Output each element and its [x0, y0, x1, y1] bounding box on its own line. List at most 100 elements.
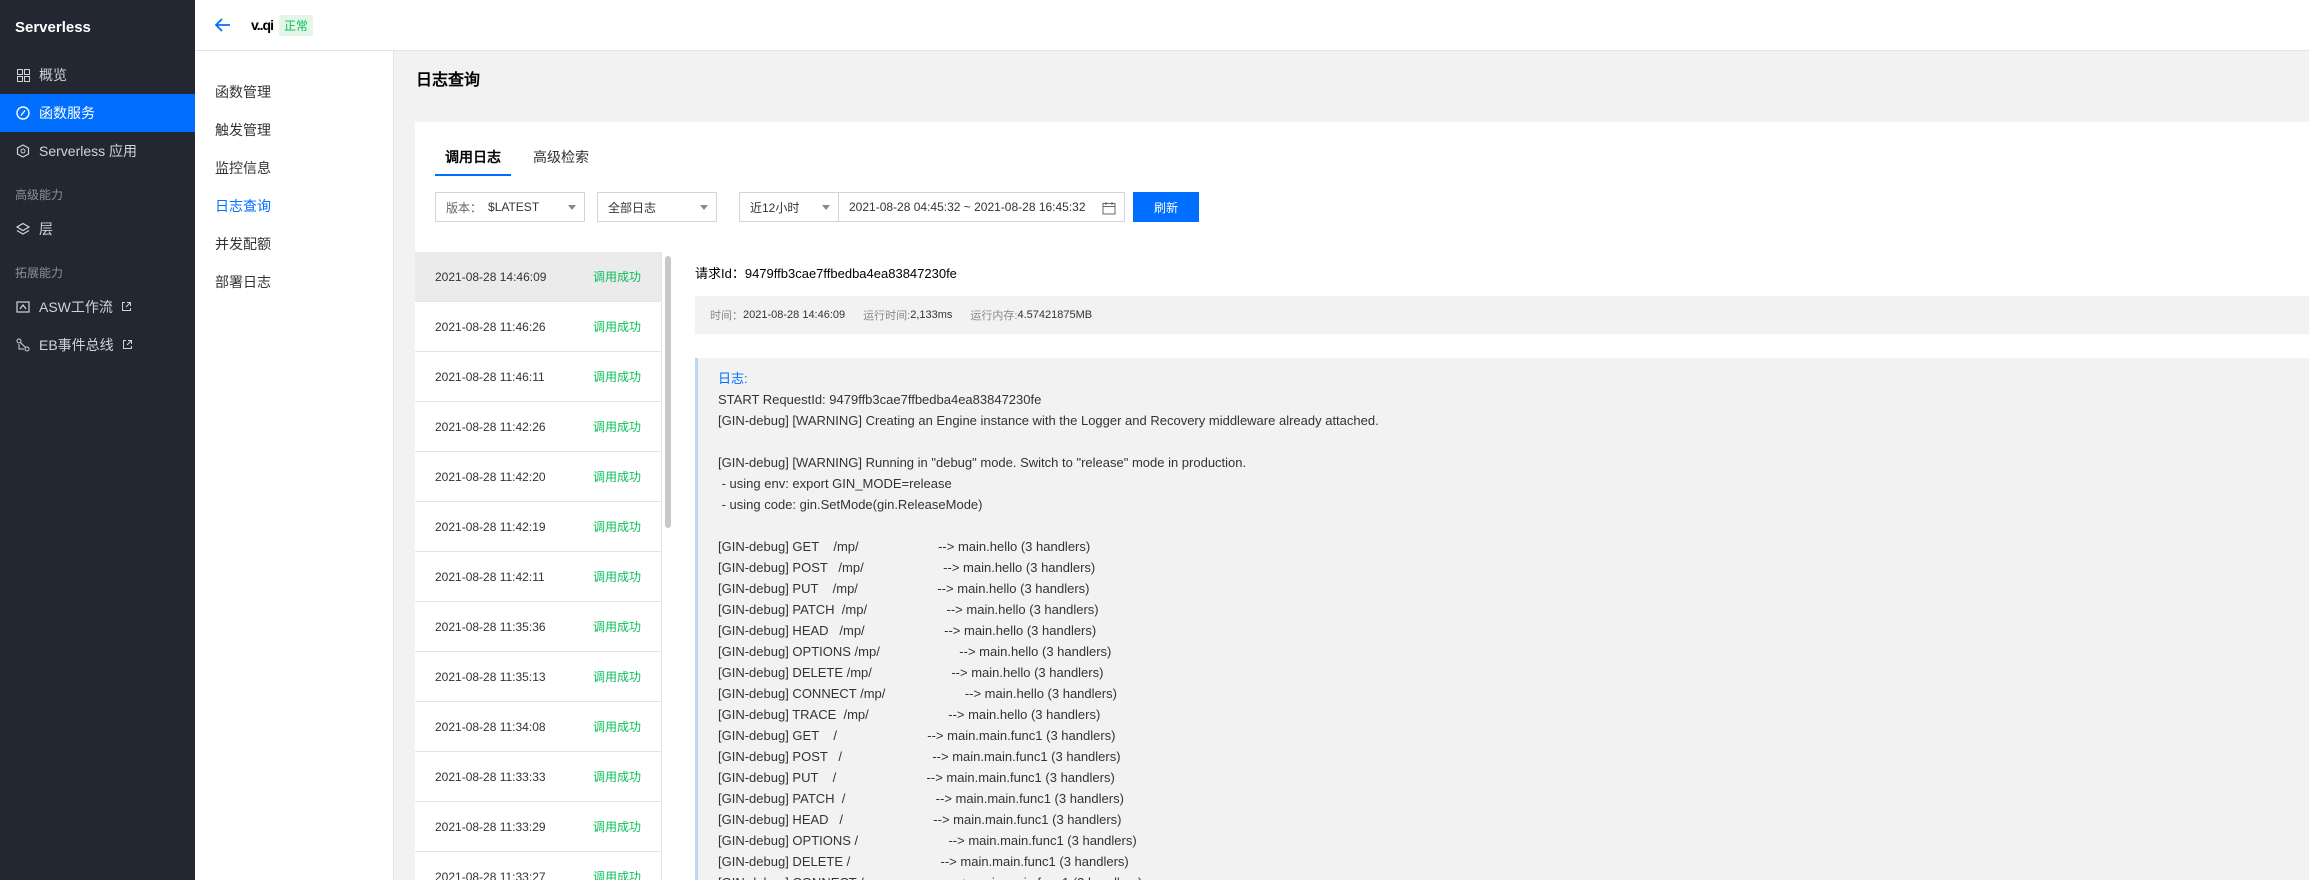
request-status: 调用成功: [592, 520, 641, 534]
submenu-item-monitoring[interactable]: 监控信息: [195, 149, 393, 187]
nav-item-label: EB事件总线: [39, 337, 114, 353]
request-id-line: 请求Id：9479ffb3cae7ffbedba4ea83847230fe: [695, 263, 957, 282]
nav-item-overview[interactable]: 概览: [0, 56, 195, 94]
duration-label: 运行时间:: [863, 310, 911, 322]
layers-icon: [15, 221, 31, 237]
log-output: 日志: START RequestId: 9479ffb3cae7ffbedba…: [695, 358, 2309, 880]
request-time: 2021-08-28 11:46:26: [435, 319, 546, 334]
request-id-value: 9479ffb3cae7ffbedba4ea83847230fe: [744, 266, 957, 281]
request-list: 2021-08-28 14:46:09 调用成功 2021-08-28 11:46:…: [415, 252, 662, 880]
calendar-icon: [1102, 201, 1116, 215]
request-row[interactable]: 2021-08-28 11:33:29 调用成功: [415, 802, 661, 852]
submenu-item-trigger-management[interactable]: 触发管理: [195, 111, 393, 149]
request-status: 调用成功: [592, 570, 641, 584]
brand-title: Serverless: [15, 19, 91, 36]
nav-item-label: ASW工作流: [39, 299, 113, 315]
request-status: 调用成功: [592, 820, 641, 834]
request-status: 调用成功: [592, 420, 641, 434]
request-detail: 请求Id：9479ffb3cae7ffbedba4ea83847230fe 时间…: [695, 252, 2309, 880]
nav-item-functions[interactable]: 函数服务: [0, 94, 195, 132]
nav-item-label: 层: [39, 221, 53, 237]
tab-invocation-logs[interactable]: 调用日志: [435, 147, 511, 176]
request-row[interactable]: 2021-08-28 11:34:08 调用成功: [415, 702, 661, 752]
nav-item-serverless-app[interactable]: Serverless 应用: [0, 132, 195, 170]
nav-item-layer[interactable]: 层: [0, 210, 195, 248]
function-icon: [15, 105, 31, 121]
request-status: 调用成功: [592, 370, 641, 384]
request-time: 2021-08-28 14:46:09: [435, 269, 547, 284]
request-row[interactable]: 2021-08-28 11:46:26 调用成功: [415, 302, 661, 352]
request-time: 2021-08-28 11:46:11: [435, 369, 545, 384]
request-time: 2021-08-28 11:42:19: [435, 519, 546, 534]
submenu-item-log-query[interactable]: 日志查询: [195, 187, 393, 225]
request-row[interactable]: 2021-08-28 14:46:09 调用成功: [415, 252, 661, 302]
time-value: 2021-08-28 14:46:09: [743, 309, 846, 321]
request-time: 2021-08-28 11:34:08: [435, 719, 546, 734]
back-arrow-icon[interactable]: [213, 15, 233, 35]
request-time: 2021-08-28 11:33:29: [435, 819, 546, 834]
request-row[interactable]: 2021-08-28 11:42:19 调用成功: [415, 502, 661, 552]
function-header: v..qi 正常: [195, 0, 2309, 51]
request-time: 2021-08-28 11:33:33: [435, 769, 546, 784]
nav-section-extend: 拓展能力: [15, 266, 64, 280]
version-select-value: $LATEST: [488, 200, 540, 214]
log-type-select-value: 全部日志: [608, 200, 657, 215]
request-time: 2021-08-28 11:35:13: [435, 669, 546, 684]
submenu-item-deploy-logs[interactable]: 部署日志: [195, 263, 393, 301]
log-tabs: 调用日志 高级检索: [435, 147, 611, 176]
request-status: 调用成功: [592, 720, 641, 734]
submenu-item-function-management[interactable]: 函数管理: [195, 73, 393, 111]
external-link-icon: [122, 339, 134, 351]
grid-icon: [15, 67, 31, 83]
request-time: 2021-08-28 11:42:20: [435, 469, 546, 484]
event-bus-icon: [15, 337, 31, 353]
nav-item-label: 函数服务: [39, 105, 95, 121]
request-time: 2021-08-28 11:35:36: [435, 619, 546, 634]
memory-label: 运行内存:: [970, 310, 1018, 322]
date-range-value: 2021-08-28 04:45:32 ~ 2021-08-28 16:45:3…: [849, 200, 1086, 214]
time-label: 时间：: [710, 310, 743, 322]
submenu-item-concurrency-quota[interactable]: 并发配额: [195, 225, 393, 263]
request-status: 调用成功: [592, 320, 641, 334]
log-label: 日志:: [718, 371, 748, 386]
tab-advanced-search[interactable]: 高级检索: [523, 147, 599, 176]
nav-section-advanced: 高级能力: [15, 188, 64, 202]
request-row[interactable]: 2021-08-28 11:46:11 调用成功: [415, 352, 661, 402]
main-content: 日志查询 调用日志 高级检索 版本： $LATEST 全部日志 近12小时 20…: [394, 51, 2309, 880]
left-nav: Serverless 概览 函数服务 Serverless 应用 高级能力 层 …: [0, 0, 195, 880]
request-row[interactable]: 2021-08-28 11:42:20 调用成功: [415, 452, 661, 502]
log-type-select[interactable]: 全部日志: [597, 192, 717, 222]
function-submenu: 函数管理 触发管理 监控信息 日志查询 并发配额 部署日志: [195, 51, 394, 880]
nav-item-label: 概览: [39, 67, 67, 83]
request-list-scrollbar[interactable]: [665, 256, 671, 528]
external-link-icon: [121, 301, 133, 313]
request-row[interactable]: 2021-08-28 11:35:13 调用成功: [415, 652, 661, 702]
time-preset-value: 近12小时: [750, 200, 800, 215]
app-icon: [15, 143, 31, 159]
memory-value: 4.57421875MB: [1017, 309, 1093, 321]
chevron-down-icon: [822, 205, 830, 210]
time-preset-select[interactable]: 近12小时: [739, 192, 839, 222]
request-row[interactable]: 2021-08-28 11:35:36 调用成功: [415, 602, 661, 652]
refresh-button[interactable]: 刷新: [1133, 192, 1199, 222]
nav-item-asw[interactable]: ASW工作流: [0, 288, 195, 326]
request-row[interactable]: 2021-08-28 11:33:27 调用成功: [415, 852, 661, 880]
version-select-label: 版本：: [446, 200, 483, 215]
function-name: v..qi: [251, 17, 274, 33]
filter-bar: 版本： $LATEST 全部日志 近12小时 2021-08-28 04:45:…: [435, 192, 1199, 222]
request-id-label: 请求Id：: [695, 266, 745, 281]
date-range-picker[interactable]: 2021-08-28 04:45:32 ~ 2021-08-28 16:45:3…: [839, 192, 1125, 222]
nav-item-eb[interactable]: EB事件总线: [0, 326, 195, 364]
request-status: 调用成功: [592, 770, 641, 784]
log-card: 调用日志 高级检索 版本： $LATEST 全部日志 近12小时 2021-08…: [415, 122, 2309, 880]
request-status: 调用成功: [592, 470, 641, 484]
log-text: START RequestId: 9479ffb3cae7ffbedba4ea8…: [718, 392, 1379, 880]
request-row[interactable]: 2021-08-28 11:42:26 调用成功: [415, 402, 661, 452]
chevron-down-icon: [700, 205, 708, 210]
version-select[interactable]: 版本： $LATEST: [435, 192, 585, 222]
request-row[interactable]: 2021-08-28 11:42:11 调用成功: [415, 552, 661, 602]
nav-item-label: Serverless 应用: [39, 143, 138, 159]
status-badge: 正常: [278, 14, 313, 36]
request-meta: 时间： 2021-08-28 14:46:09 运行时间: 2,133ms 运行…: [695, 296, 2309, 334]
request-row[interactable]: 2021-08-28 11:33:33 调用成功: [415, 752, 661, 802]
